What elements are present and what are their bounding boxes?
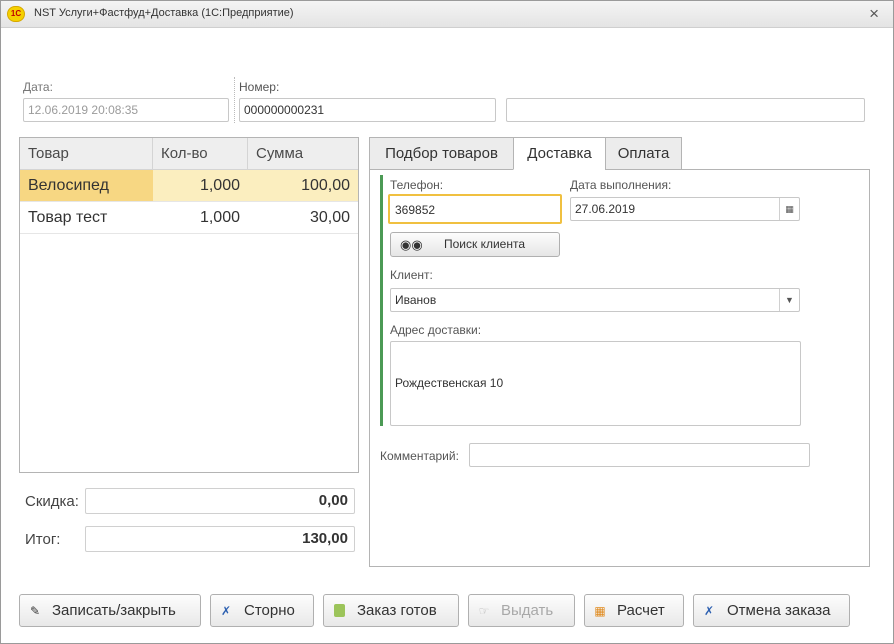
goods-table[interactable]: Товар Кол-во Сумма Велосипед 1,000 100,0… [19,137,359,473]
header-separator [234,77,235,123]
date-field[interactable]: 12.06.2019 20:08:35 [23,98,229,122]
storno-icon: ✗ [220,604,232,618]
storno-label: Сторно [244,602,295,619]
column-header-qty[interactable]: Кол-во [153,138,248,170]
cell-sum: 30,00 [309,209,350,226]
date-label: Дата: [23,80,53,94]
cell-qty: 1,000 [199,177,240,194]
column-header-product[interactable]: Товар [20,138,153,170]
payment-button[interactable]: ▦ Расчет [584,594,684,627]
cell-product: Велосипед [20,170,153,201]
binoculars-icon: ◉◉ [400,237,423,252]
tab-delivery[interactable]: Доставка [513,137,606,170]
cancel-order-button[interactable]: ✗ Отмена заказа [693,594,850,627]
tab-goods-selection[interactable]: Подбор товаров [369,137,514,170]
number-field[interactable]: 000000000231 [239,98,496,122]
column-header-sum[interactable]: Сумма [248,138,358,170]
save-close-button[interactable]: ✎ Записать/закрыть [19,594,201,627]
title-bar: 1С NST Услуги+Фастфуд+Доставка (1С:Предп… [1,1,893,28]
due-date-label: Дата выполнения: [570,178,672,192]
window-title: NST Услуги+Фастфуд+Доставка (1С:Предприя… [34,7,294,19]
chevron-down-icon[interactable]: ▼ [779,289,799,311]
phone-input[interactable]: 369852 [388,194,562,224]
save-close-label: Записать/закрыть [52,602,176,619]
total-label: Итог: [25,531,61,548]
group-accent-bar [380,175,383,426]
number-label: Номер: [239,80,280,94]
client-field[interactable]: Иванов ▼ [390,288,800,312]
table-row[interactable]: Велосипед 1,000 100,00 [20,170,358,202]
cell-product: Товар тест [28,209,108,226]
comment-input[interactable] [469,443,810,467]
address-textarea[interactable]: Рождественская 10 [390,341,801,426]
discount-field[interactable]: 0,00 [85,488,355,514]
discount-label: Скидка: [25,493,79,510]
phone-label: Телефон: [390,178,444,192]
tab-payment[interactable]: Оплата [605,137,682,170]
order-ready-button[interactable]: Заказ готов [323,594,459,627]
issue-button[interactable]: ☞ Выдать [468,594,575,627]
order-ready-label: Заказ готов [357,602,437,619]
total-field[interactable]: 130,00 [85,526,355,552]
cancel-order-label: Отмена заказа [727,602,831,619]
storno-button[interactable]: ✗ Сторно [210,594,314,627]
search-client-button[interactable]: ◉◉ Поиск клиента [390,232,560,257]
cancel-order-icon: ✗ [703,604,715,618]
calculator-icon: ▦ [594,604,606,618]
payment-label: Расчет [617,602,665,619]
close-icon[interactable]: × [869,4,879,24]
calendar-icon[interactable]: ▦ [779,198,799,220]
table-row[interactable]: Товар тест 1,000 30,00 [20,202,358,234]
due-date-field[interactable]: 27.06.2019 ▦ [570,197,800,221]
client-label: Клиент: [390,268,433,282]
address-label: Адрес доставки: [390,323,482,337]
save-close-icon: ✎ [29,604,41,618]
issue-label: Выдать [501,602,554,619]
client-value: Иванов [395,293,437,307]
search-client-label: Поиск клиента [444,237,526,251]
cell-qty: 1,000 [199,209,240,226]
extra-field[interactable] [506,98,865,122]
package-icon [334,604,345,617]
cell-sum: 100,00 [301,177,350,194]
due-date-value: 27.06.2019 [575,202,636,216]
hand-icon: ☞ [478,604,490,618]
app-logo-icon: 1С [7,6,25,22]
comment-label: Комментарий: [380,449,459,463]
table-header: Товар Кол-во Сумма [20,138,358,170]
app-window: 1С NST Услуги+Фастфуд+Доставка (1С:Предп… [0,0,894,644]
